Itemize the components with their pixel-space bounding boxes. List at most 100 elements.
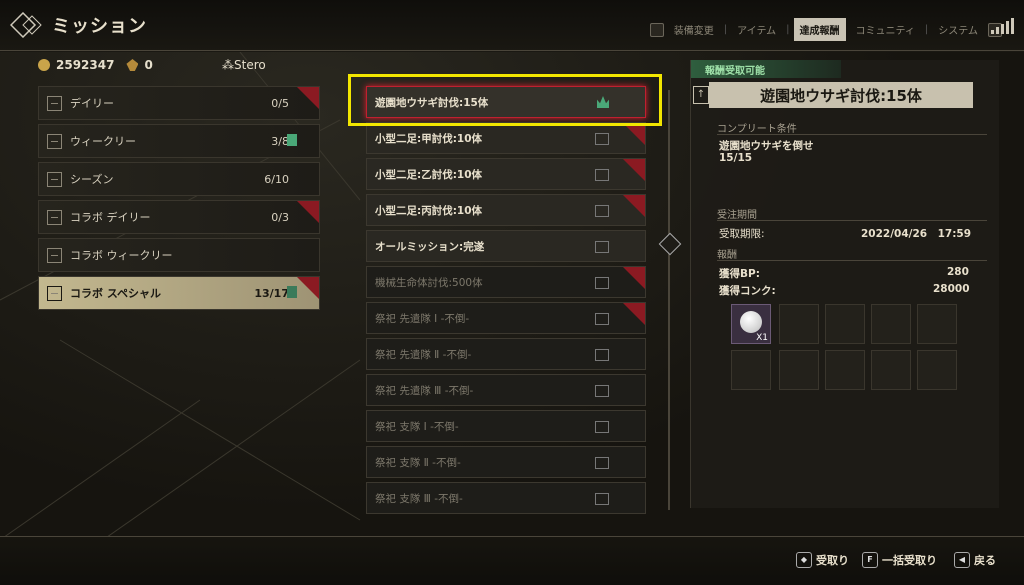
mission-item-completed[interactable]: 祭祀 支隊 Ⅱ -不倒- bbox=[366, 446, 646, 478]
new-flag-icon bbox=[297, 87, 319, 109]
bulk-receive-button[interactable]: F 一括受取り bbox=[862, 552, 937, 568]
signal-icon bbox=[991, 18, 1014, 34]
tab-separator: | bbox=[723, 24, 728, 35]
mission-item-completed[interactable]: 祭祀 先遣隊 Ⅰ -不倒- bbox=[366, 302, 646, 334]
tab-separator: | bbox=[924, 24, 929, 35]
receive-button[interactable]: ◆ 受取り bbox=[796, 552, 849, 568]
category-collab-weekly[interactable]: コラボ ウィークリー bbox=[38, 238, 320, 272]
reward-slot-empty bbox=[917, 350, 957, 390]
mission-list: 遊園地ウサギ討伐:15体 小型二足:甲討伐:10体 小型二足:乙討伐:10体 小… bbox=[366, 86, 646, 518]
back-button[interactable]: ◀ 戻る bbox=[954, 552, 996, 568]
deadline-label: 受取期限: bbox=[719, 228, 765, 240]
tab-equipment[interactable]: 装備変更 bbox=[668, 18, 720, 41]
egg-item-icon bbox=[740, 311, 762, 333]
diamond-logo-icon bbox=[10, 12, 42, 38]
mission-item-completed[interactable]: 祭祀 支隊 Ⅲ -不倒- bbox=[366, 482, 646, 514]
mission-item[interactable]: 小型二足:甲討伐:10体 bbox=[366, 122, 646, 154]
new-flag-icon bbox=[297, 201, 319, 223]
deadline-value: 2022/04/26 17:59 bbox=[861, 228, 972, 240]
scrollbar[interactable] bbox=[668, 90, 670, 510]
gem-icon bbox=[287, 286, 297, 298]
reward-item-slot[interactable]: X1 bbox=[731, 304, 771, 344]
check-icon bbox=[595, 349, 609, 361]
category-collab-special[interactable]: コラボ スペシャル 13/17 bbox=[38, 276, 320, 310]
new-flag-icon bbox=[297, 277, 319, 299]
bp-amount: 0 bbox=[144, 58, 153, 72]
reward-slot-empty bbox=[825, 350, 865, 390]
reward-slot-empty bbox=[871, 350, 911, 390]
bulk-receive-label: 一括受取り bbox=[882, 554, 937, 567]
complete-progress: 15/15 bbox=[719, 152, 753, 164]
bp-reward-label: 獲得BP: bbox=[719, 268, 760, 280]
reward-slot-empty bbox=[917, 304, 957, 344]
category-label: コラボ ウィークリー bbox=[70, 249, 173, 262]
mission-item-completed[interactable]: 祭祀 先遣隊 Ⅲ -不倒- bbox=[366, 374, 646, 406]
category-weekly[interactable]: ウィークリー 3/8 bbox=[38, 124, 320, 158]
divider bbox=[717, 134, 987, 135]
category-label: シーズン bbox=[70, 173, 114, 186]
tank-icon bbox=[595, 205, 609, 217]
mission-item-completed[interactable]: 祭祀 先遣隊 Ⅱ -不倒- bbox=[366, 338, 646, 370]
check-icon bbox=[595, 277, 609, 289]
mission-label: 祭祀 先遣隊 Ⅰ -不倒- bbox=[375, 312, 470, 325]
tab-achievement-rewards[interactable]: 達成報酬 bbox=[793, 18, 846, 41]
player-emblem-icon: ⁂ bbox=[222, 58, 234, 72]
mission-label: 祭祀 支隊 Ⅱ -不倒- bbox=[375, 456, 461, 469]
top-nav: 装備変更 | アイテム | 達成報酬 コミュニティ | システム bbox=[649, 18, 1002, 41]
receive-label: 受取り bbox=[816, 554, 849, 567]
coin-reward-label: 獲得コンク: bbox=[719, 285, 776, 297]
category-season[interactable]: シーズン 6/10 bbox=[38, 162, 320, 196]
category-icon bbox=[47, 95, 62, 111]
category-list: デイリー 0/5 ウィークリー 3/8 シーズン 6/10 コラボ デイリー 0… bbox=[38, 86, 320, 314]
category-daily[interactable]: デイリー 0/5 bbox=[38, 86, 320, 120]
mission-label: 小型二足:丙討伐:10体 bbox=[375, 204, 483, 217]
reward-slot-empty bbox=[871, 304, 911, 344]
mission-item-completed[interactable]: 祭祀 支隊 Ⅰ -不倒- bbox=[366, 410, 646, 442]
check-icon bbox=[595, 421, 609, 433]
item-quantity: X1 bbox=[756, 333, 768, 343]
coin-reward-value: 28000 bbox=[933, 283, 970, 295]
reward-slot-empty bbox=[779, 304, 819, 344]
tab-community[interactable]: コミュニティ bbox=[850, 18, 921, 41]
category-label: コラボ デイリー bbox=[70, 211, 151, 224]
complete-condition-text: 遊園地ウサギを倒せ bbox=[719, 140, 814, 152]
up-arrow-icon bbox=[47, 171, 62, 187]
mission-label: 小型二足:乙討伐:10体 bbox=[375, 168, 483, 181]
mission-label: 祭祀 先遣隊 Ⅱ -不倒- bbox=[375, 348, 472, 361]
reward-slot-empty bbox=[825, 304, 865, 344]
new-flag-icon bbox=[623, 267, 645, 289]
detail-panel: 報酬受取可能 ↑ 遊園地ウサギ討伐:15体 コンプリート条件 遊園地ウサギを倒せ… bbox=[690, 60, 999, 508]
mission-item[interactable]: 小型二足:乙討伐:10体 bbox=[366, 158, 646, 190]
new-flag-icon bbox=[623, 123, 645, 145]
category-label: デイリー bbox=[70, 97, 114, 110]
category-progress: 13/17 bbox=[254, 286, 289, 300]
player-name: Stero bbox=[234, 58, 266, 72]
tab-system[interactable]: システム bbox=[932, 18, 984, 41]
mission-label: 機械生命体討伐:500体 bbox=[375, 276, 483, 289]
reward-available-badge: 報酬受取可能 bbox=[691, 60, 841, 78]
player-name-wrap: ⁂Stero bbox=[222, 58, 266, 72]
up-arrow-icon bbox=[47, 285, 62, 301]
detail-title: 遊園地ウサギ討伐:15体 bbox=[709, 82, 973, 108]
check-icon bbox=[595, 457, 609, 469]
check-icon bbox=[595, 385, 609, 397]
mission-item[interactable]: オールミッション:完遂 bbox=[366, 230, 646, 262]
check-icon bbox=[595, 313, 609, 325]
prev-tab-key-icon[interactable] bbox=[649, 22, 664, 37]
tank-icon bbox=[595, 241, 609, 253]
mission-label: 祭祀 支隊 Ⅲ -不倒- bbox=[375, 492, 463, 505]
mission-label: 祭祀 支隊 Ⅰ -不倒- bbox=[375, 420, 459, 433]
mission-item-completed[interactable]: 機械生命体討伐:500体 bbox=[366, 266, 646, 298]
mission-item[interactable]: 小型二足:丙討伐:10体 bbox=[366, 194, 646, 226]
category-icon bbox=[47, 133, 62, 149]
reward-heading: 報酬 bbox=[717, 250, 737, 261]
button-prompt-icon: F bbox=[862, 552, 878, 568]
category-collab-daily[interactable]: コラボ デイリー 0/3 bbox=[38, 200, 320, 234]
selection-highlight bbox=[348, 74, 662, 126]
category-icon bbox=[47, 247, 62, 263]
tab-items[interactable]: アイテム bbox=[731, 18, 782, 41]
new-flag-icon bbox=[623, 195, 645, 217]
back-label: 戻る bbox=[974, 554, 996, 567]
complete-condition-heading: コンプリート条件 bbox=[717, 124, 797, 135]
category-progress: 0/5 bbox=[271, 96, 289, 110]
